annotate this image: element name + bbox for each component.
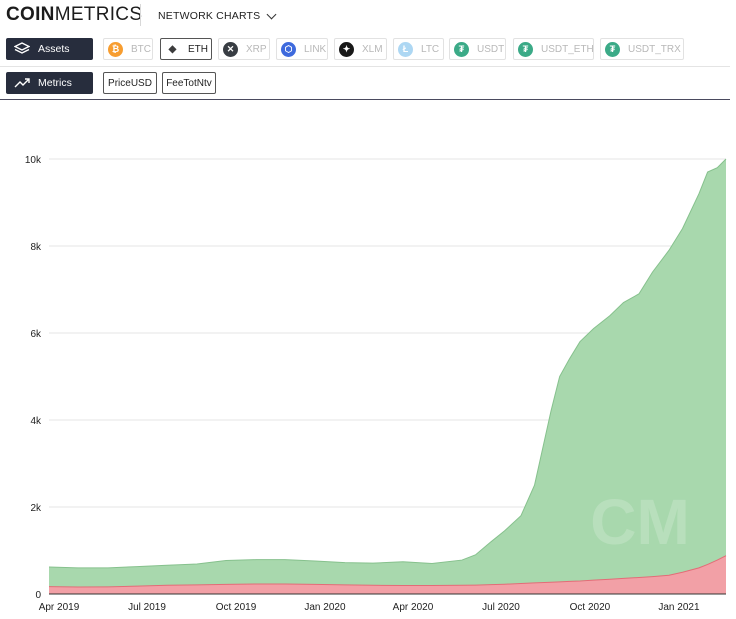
metric-feetotntv-label: FeeTotNtv bbox=[166, 77, 212, 89]
asset-button-usdt[interactable]: ₮ USDT bbox=[449, 38, 506, 60]
network-charts-dropdown[interactable]: NETWORK CHARTS bbox=[158, 9, 277, 22]
asset-label: USDT_TRX bbox=[628, 43, 681, 55]
coin-btc-icon: ₿ bbox=[108, 41, 123, 57]
assets-button-label: Assets bbox=[38, 43, 70, 55]
coin-eth-icon: ◆ bbox=[165, 41, 180, 57]
asset-label: USDT_ETH bbox=[541, 43, 594, 55]
x-tick-label: Jul 2019 bbox=[128, 602, 166, 613]
coinmetrics-logo[interactable]: COINMETRICS bbox=[6, 4, 142, 26]
metrics-row: Metrics PriceUSD FeeTotNtv bbox=[0, 72, 736, 94]
metrics-button-label: Metrics bbox=[38, 77, 72, 89]
x-tick-label: Jan 2021 bbox=[658, 602, 700, 613]
y-tick-label: 0 bbox=[35, 590, 41, 601]
trending-up-icon bbox=[14, 78, 30, 88]
coin-xlm-icon: ✦ bbox=[339, 41, 354, 57]
assets-button[interactable]: Assets bbox=[6, 38, 93, 60]
asset-button-xlm[interactable]: ✦ XLM bbox=[334, 38, 387, 60]
y-tick-label: 10k bbox=[25, 155, 42, 166]
metrics-button[interactable]: Metrics bbox=[6, 72, 93, 94]
asset-label: XLM bbox=[362, 43, 383, 55]
asset-label: ETH bbox=[188, 43, 208, 55]
x-tick-label: Apr 2020 bbox=[393, 602, 434, 613]
assets-row: Assets ₿ BTC ◆ ETH ✕ XRP ⬡ LINK ✦ XLM Ł LTC ₮ USDT ₮ US… bbox=[0, 38, 736, 62]
asset-label: LTC bbox=[421, 43, 440, 55]
y-tick-label: 6k bbox=[30, 329, 42, 340]
asset-button-eth[interactable]: ◆ ETH bbox=[160, 38, 212, 60]
app-header: COINMETRICS NETWORK CHARTS bbox=[0, 0, 736, 33]
asset-label: BTC bbox=[131, 43, 151, 55]
layers-icon bbox=[14, 42, 30, 54]
x-tick-label: Oct 2019 bbox=[216, 602, 257, 613]
asset-button-xrp[interactable]: ✕ XRP bbox=[218, 38, 270, 60]
y-tick-label: 8k bbox=[30, 242, 42, 253]
asset-button-btc[interactable]: ₿ BTC bbox=[103, 38, 153, 60]
asset-button-usdt-trx[interactable]: ₮ USDT_TRX bbox=[600, 38, 684, 60]
x-tick-label: Jan 2020 bbox=[304, 602, 346, 613]
coin-usdt-eth-icon: ₮ bbox=[518, 41, 533, 57]
metric-priceusd-label: PriceUSD bbox=[108, 77, 152, 89]
y-tick-label: 4k bbox=[30, 416, 42, 427]
x-tick-label: Oct 2020 bbox=[570, 602, 611, 613]
metric-priceusd-button[interactable]: PriceUSD bbox=[103, 72, 157, 94]
asset-label: XRP bbox=[246, 43, 267, 55]
nav-title-label: NETWORK CHARTS bbox=[158, 10, 261, 22]
row-divider bbox=[0, 66, 730, 67]
y-tick-label: 2k bbox=[30, 503, 42, 514]
asset-label: LINK bbox=[304, 43, 327, 55]
area-chart[interactable]: 0 2k 4k 6k 8k 10k Apr 2019 Jul 2019 Oct 2019 Jan … bbox=[0, 140, 736, 619]
asset-button-ltc[interactable]: Ł LTC bbox=[393, 38, 444, 60]
chevron-down-icon bbox=[266, 9, 277, 19]
cm-watermark-logo: CM bbox=[590, 486, 690, 558]
asset-button-usdt-eth[interactable]: ₮ USDT_ETH bbox=[513, 38, 594, 60]
coin-usdt-icon: ₮ bbox=[454, 41, 469, 57]
logo-bold-text: COIN bbox=[6, 4, 55, 25]
coin-xrp-icon: ✕ bbox=[223, 41, 238, 57]
asset-label: USDT bbox=[477, 43, 505, 55]
x-tick-label: Apr 2019 bbox=[39, 602, 80, 613]
x-tick-label: Jul 2020 bbox=[482, 602, 520, 613]
asset-button-link[interactable]: ⬡ LINK bbox=[276, 38, 328, 60]
toolbar-bottom-divider bbox=[0, 99, 730, 100]
metric-feetotntv-button[interactable]: FeeTotNtv bbox=[162, 72, 216, 94]
header-divider bbox=[140, 4, 141, 26]
logo-light-text: METRICS bbox=[54, 4, 143, 25]
coin-link-icon: ⬡ bbox=[281, 41, 296, 57]
coin-usdt-trx-icon: ₮ bbox=[605, 41, 620, 57]
coin-ltc-icon: Ł bbox=[398, 41, 413, 57]
